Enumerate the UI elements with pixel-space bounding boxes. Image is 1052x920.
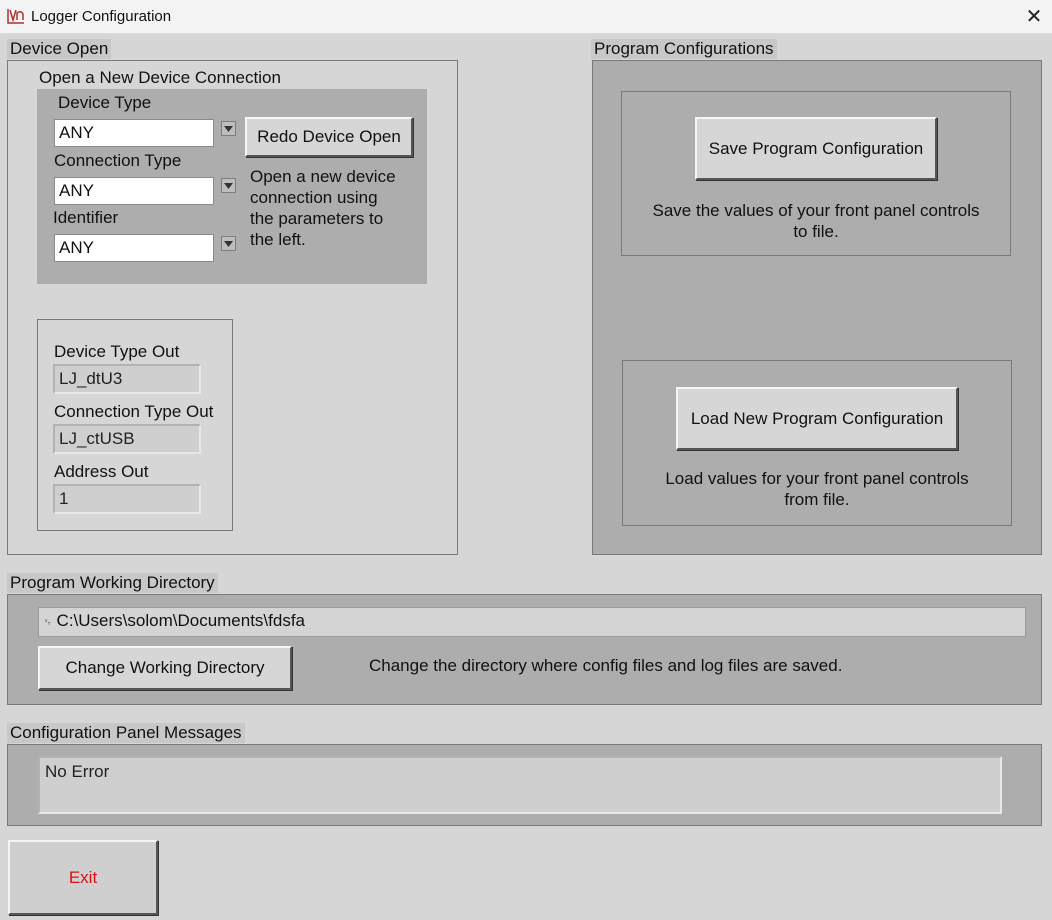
desc-line: Save the values of your front panel cont…	[652, 201, 980, 220]
messages-indicator: No Error	[38, 756, 1002, 814]
identifier-dropdown-button[interactable]	[221, 236, 236, 251]
connection-type-field[interactable]: ANY	[54, 177, 214, 205]
desc-line: Load values for your front panel control…	[665, 469, 969, 488]
identifier-field[interactable]: ANY	[54, 234, 214, 262]
address-out-label: Address Out	[54, 462, 149, 481]
working-directory-path-field[interactable]: ␋ C:\Users\solom\Documents\fdsfa	[38, 607, 1026, 637]
connection-type-dropdown-button[interactable]	[221, 178, 236, 193]
working-directory-section-title: Program Working Directory	[7, 573, 218, 593]
triangle-down-icon	[224, 182, 233, 189]
device-type-label: Device Type	[58, 93, 152, 112]
desc-line: Open a new device	[250, 167, 396, 186]
device-type-dropdown-button[interactable]	[221, 121, 236, 136]
load-config-description: Load values for your front panel control…	[622, 468, 1012, 510]
exit-button[interactable]: Exit	[8, 840, 158, 915]
app-logo-icon	[7, 9, 24, 24]
path-icon: ␋	[43, 617, 52, 629]
working-directory-path: C:\Users\solom\Documents\fdsfa	[56, 611, 306, 630]
redo-device-open-button[interactable]: Redo Device Open	[245, 117, 413, 157]
identifier-label: Identifier	[53, 208, 119, 227]
connection-type-label: Connection Type	[54, 151, 182, 170]
desc-line: from file.	[784, 490, 850, 509]
desc-line: the left.	[250, 230, 306, 249]
window-title: Logger Configuration	[31, 8, 172, 25]
save-config-description: Save the values of your front panel cont…	[621, 200, 1011, 242]
redo-device-open-description: Open a new device connection using the p…	[250, 166, 396, 250]
triangle-down-icon	[224, 125, 233, 132]
connection-type-out-label: Connection Type Out	[54, 402, 214, 421]
program-configurations-section-title: Program Configurations	[591, 39, 777, 59]
close-icon[interactable]: ✕	[1026, 4, 1043, 29]
change-directory-description: Change the directory where config files …	[369, 656, 843, 675]
new-connection-group-title: Open a New Device Connection	[39, 68, 281, 87]
connection-type-out-indicator: LJ_ctUSB	[53, 424, 201, 454]
device-type-out-label: Device Type Out	[54, 342, 180, 361]
triangle-down-icon	[224, 240, 233, 247]
close-button[interactable]: ✕	[1016, 0, 1052, 33]
address-out-indicator: 1	[53, 484, 201, 514]
device-type-out-indicator: LJ_dtU3	[53, 364, 201, 394]
device-open-section-title: Device Open	[7, 39, 112, 59]
save-program-configuration-button[interactable]: Save Program Configuration	[695, 117, 937, 180]
desc-line: connection using	[250, 188, 378, 207]
device-type-field[interactable]: ANY	[54, 119, 214, 147]
change-working-directory-button[interactable]: Change Working Directory	[38, 646, 292, 690]
desc-line: to file.	[793, 222, 839, 241]
messages-section-title: Configuration Panel Messages	[7, 723, 245, 743]
load-new-program-configuration-button[interactable]: Load New Program Configuration	[676, 387, 958, 450]
desc-line: the parameters to	[250, 209, 384, 228]
